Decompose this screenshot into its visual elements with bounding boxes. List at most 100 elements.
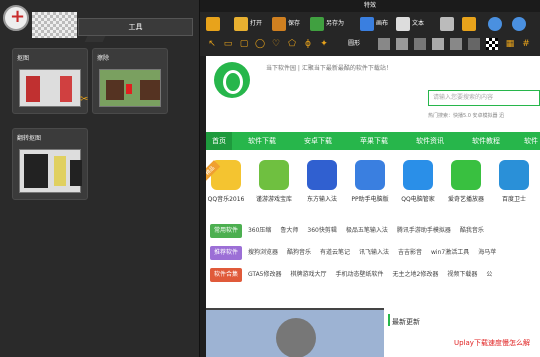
filter-4-icon[interactable] — [432, 38, 444, 50]
nav-news[interactable]: 软件资讯 — [416, 132, 444, 150]
text-button[interactable]: 文本 — [396, 14, 424, 34]
open-button[interactable]: 打开 — [234, 14, 262, 34]
link[interactable]: GTA5修改器 — [248, 271, 282, 278]
open-label: 打开 — [250, 20, 263, 27]
filter-6-icon[interactable] — [468, 38, 480, 50]
link[interactable]: 有道云笔记 — [320, 249, 350, 256]
baidu-guard-icon — [499, 160, 529, 190]
link[interactable]: 搜狗浏览器 — [248, 249, 278, 256]
magic-wand-icon[interactable]: ✦ — [318, 38, 330, 50]
lasso-icon[interactable]: ϕ — [302, 38, 314, 50]
redo-button[interactable] — [512, 14, 528, 34]
app-item[interactable]: PP助手电脑版 — [350, 160, 390, 203]
search-input[interactable]: 请输入您要搜索的内容 — [428, 90, 540, 106]
minesweeper-image — [206, 308, 384, 357]
category-row: 常用软件 360压缩 鲁大师 360快剪辑 极品五笔输入法 腾讯手游助手模拟器 酷我音乐 — [210, 224, 540, 238]
app-name: 东方输入法 — [306, 196, 337, 203]
print-button[interactable] — [440, 14, 456, 34]
link[interactable]: 无主之地2修改器 — [393, 271, 439, 278]
save-as-button[interactable]: 另存为 — [310, 14, 344, 34]
shield-icon — [403, 160, 433, 190]
polygon-select-icon[interactable]: ⬠ — [286, 38, 298, 50]
blend-button[interactable]: 圆形 — [336, 38, 372, 50]
app-name: 谨游游戏宝库 — [255, 196, 292, 203]
nav-apple[interactable]: 苹果下载 — [360, 132, 388, 150]
category-tag[interactable]: 软件合集 — [210, 268, 243, 282]
image-thumbnail[interactable] — [32, 12, 108, 42]
filter-1-icon[interactable] — [378, 38, 390, 50]
pointer-icon[interactable]: ↖ — [206, 38, 218, 50]
app-item[interactable]: 百度卫士 — [494, 160, 534, 203]
card-preview — [19, 149, 82, 193]
ellipse-select-icon[interactable]: ◯ — [254, 38, 266, 50]
save-as-icon — [310, 16, 324, 31]
save-button[interactable]: 保存 — [272, 14, 300, 34]
rounded-select-icon[interactable]: ▢ — [238, 38, 250, 50]
link[interactable]: 视频下载器 — [447, 271, 477, 278]
link[interactable]: 酷我音乐 — [460, 227, 484, 234]
link[interactable]: 360快剪辑 — [307, 227, 336, 234]
nav-home[interactable]: 首页 — [206, 132, 232, 150]
nav-tutorial[interactable]: 软件教程 — [472, 132, 500, 150]
link[interactable]: 腾讯手游助手模拟器 — [397, 227, 451, 234]
link[interactable]: 鲁大师 — [280, 227, 298, 234]
app-window: 工具 抠图 ✂ 擦除 翻转抠图 特效 — [0, 0, 540, 357]
link[interactable]: 讯飞输入法 — [359, 249, 389, 256]
canvas-icon — [360, 16, 374, 31]
category-tag[interactable]: 常用软件 — [210, 224, 243, 238]
add-image-icon[interactable] — [3, 5, 29, 31]
tools-header[interactable]: 工具 — [78, 18, 193, 36]
link[interactable]: 吉吉影音 — [398, 249, 422, 256]
link[interactable]: 酷狗音乐 — [287, 249, 311, 256]
app-name: 百度卫士 — [501, 196, 526, 203]
mail-icon — [462, 16, 476, 31]
selection-tools: ↖ ▭ ▢ ◯ ♡ ⬠ ϕ ✦ 圆形 ▦ # — [206, 38, 540, 52]
grid-icon[interactable]: ▦ — [504, 38, 516, 50]
mail-button[interactable] — [462, 14, 478, 34]
back-button[interactable] — [206, 14, 222, 34]
app-item[interactable]: 爱奇艺播放器 — [446, 160, 486, 203]
card-preview: ✂ — [19, 69, 88, 107]
app-item[interactable]: QQ电脑管家 — [398, 160, 438, 203]
pp-icon — [355, 160, 385, 190]
nav-android[interactable]: 安卓下载 — [304, 132, 332, 150]
effect-card-cutout[interactable]: 抠图 ✂ — [12, 48, 88, 114]
print-icon — [440, 16, 454, 31]
save-as-label: 另存为 — [326, 20, 345, 27]
link[interactable]: 公 — [486, 271, 492, 278]
link[interactable]: 极品五笔输入法 — [346, 227, 388, 234]
effect-card-flip-cutout[interactable]: 翻转抠图 — [12, 128, 88, 200]
save-icon — [272, 16, 286, 31]
main-toolbar: 打开 保存 另存为 画布 文本 ↖ ▭ ▢ ◯ ♡ ⬠ ϕ ✦ 圆形 ▦ # — [200, 12, 540, 56]
category-tag[interactable]: 推荐软件 — [210, 246, 243, 260]
window-title: 特效 — [200, 0, 540, 12]
filter-5-icon[interactable] — [450, 38, 462, 50]
link[interactable]: 360压缩 — [248, 227, 271, 234]
link[interactable]: 海马苹 — [478, 249, 496, 256]
canvas-button[interactable]: 画布 — [360, 14, 388, 34]
filter-3-icon[interactable] — [414, 38, 426, 50]
heart-select-icon[interactable]: ♡ — [270, 38, 282, 50]
app-item[interactable]: 谨游游戏宝库 — [254, 160, 294, 203]
undo-icon — [488, 16, 502, 31]
site-slogan: 当下软件园 | 汇聚当下最新最酷的软件下载站！ — [266, 65, 392, 72]
filter-2-icon[interactable] — [396, 38, 408, 50]
rect-select-icon[interactable]: ▭ — [222, 38, 234, 50]
app-item[interactable]: 精品 QQ音乐2016 — [206, 160, 246, 203]
nav-software[interactable]: 软件下载 — [248, 132, 276, 150]
category-row: 推荐软件 搜狗浏览器 酷狗音乐 有道云笔记 讯飞输入法 吉吉影音 win7激活工具 海马苹 — [210, 246, 540, 260]
hash-icon[interactable]: # — [520, 38, 532, 50]
undo-button[interactable] — [488, 14, 504, 34]
left-panel: 工具 抠图 ✂ 擦除 翻转抠图 — [0, 0, 200, 357]
app-name: 爱奇艺播放器 — [447, 196, 484, 203]
card-label: 擦除 — [97, 55, 110, 62]
folder-icon — [234, 16, 248, 31]
app-item[interactable]: 东方输入法 — [302, 160, 342, 203]
link[interactable]: 棋牌游戏大厅 — [291, 271, 327, 278]
effect-card-erase[interactable]: 擦除 — [92, 48, 168, 114]
mosaic-icon[interactable] — [486, 38, 498, 50]
text-icon — [396, 16, 410, 31]
news-link[interactable]: Uplay下载速度慢怎么解 — [454, 338, 530, 348]
link[interactable]: win7激活工具 — [431, 249, 469, 256]
link[interactable]: 手机动态壁纸软件 — [336, 271, 384, 278]
